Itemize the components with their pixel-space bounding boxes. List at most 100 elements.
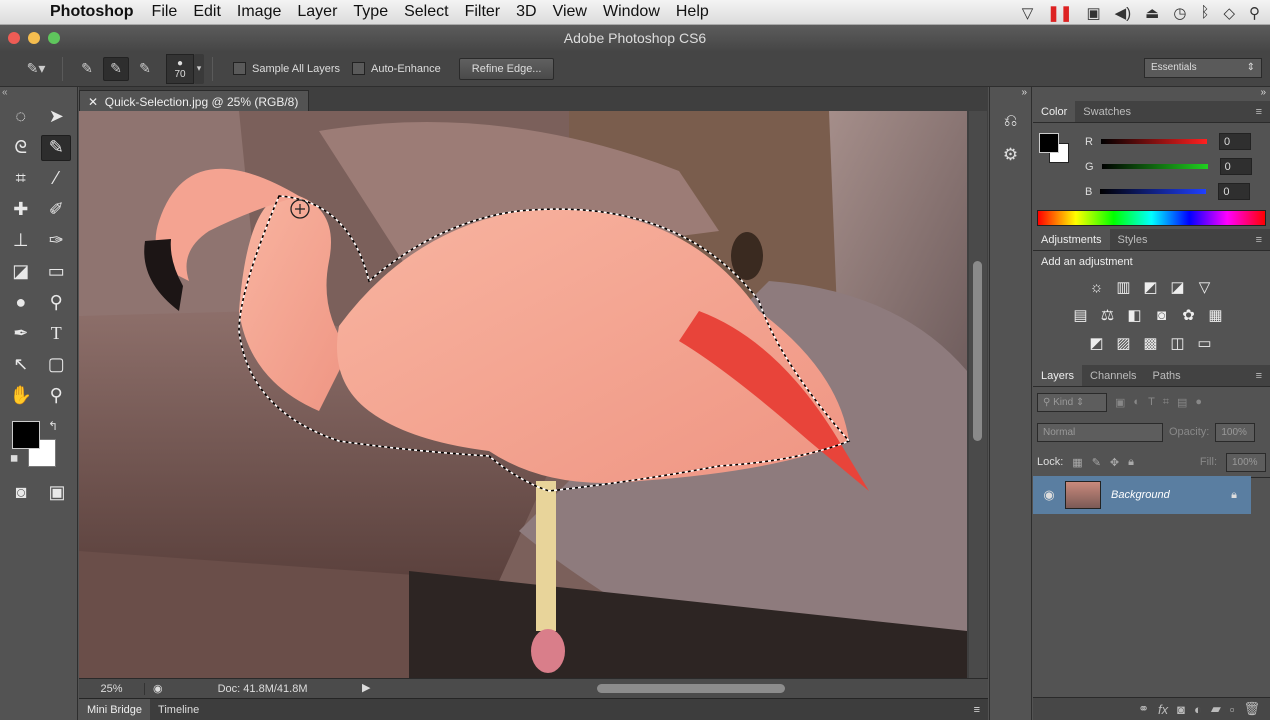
- eyedropper-tool-icon[interactable]: ⁄: [41, 166, 71, 192]
- type-tool-icon[interactable]: T: [41, 321, 71, 347]
- screen-mode-icon[interactable]: ▣: [42, 480, 72, 506]
- threshold-icon[interactable]: ▩: [1139, 334, 1162, 352]
- camera-icon[interactable]: ▣: [1086, 4, 1100, 22]
- lasso-tool-icon[interactable]: ᘓ: [6, 135, 36, 161]
- zoom-tool-icon[interactable]: ⚲: [41, 383, 71, 409]
- tab-styles[interactable]: Styles: [1110, 229, 1156, 250]
- red-value-field[interactable]: 0: [1218, 133, 1251, 150]
- menu-app-name[interactable]: Photoshop: [42, 3, 144, 21]
- lock-position-icon[interactable]: ✥: [1110, 456, 1119, 469]
- dropdown-status-icon[interactable]: ▽: [1022, 4, 1034, 22]
- collapse-dock-icon[interactable]: »: [990, 87, 1031, 101]
- color-lookup-icon[interactable]: ▦: [1204, 306, 1227, 324]
- menu-type[interactable]: Type: [345, 3, 396, 21]
- spotlight-search-icon[interactable]: ⚲: [1249, 4, 1260, 22]
- color-spectrum-ramp[interactable]: [1037, 210, 1266, 226]
- layer-name[interactable]: Background: [1111, 489, 1170, 501]
- color-panel-menu-icon[interactable]: ≡: [1248, 101, 1270, 122]
- quick-selection-tool-icon[interactable]: ✎: [41, 134, 72, 161]
- close-window-button[interactable]: [8, 32, 20, 44]
- gradient-tool-icon[interactable]: ▭: [41, 259, 71, 285]
- foreground-color-swatch[interactable]: [12, 421, 40, 449]
- add-mask-icon[interactable]: ◙: [1177, 702, 1185, 717]
- workspace-switcher[interactable]: Essentials ⇕: [1144, 58, 1262, 78]
- new-adjustment-layer-icon[interactable]: ◐: [1194, 702, 1202, 717]
- healing-brush-tool-icon[interactable]: ✚: [6, 197, 36, 223]
- vertical-scroll-thumb[interactable]: [973, 261, 982, 441]
- blur-tool-icon[interactable]: ●: [6, 290, 36, 316]
- shape-tool-icon[interactable]: ▢: [41, 352, 71, 378]
- tab-adjustments[interactable]: Adjustments: [1033, 229, 1110, 250]
- checkbox-box[interactable]: [233, 62, 246, 75]
- properties-panel-icon[interactable]: ⚙: [996, 141, 1026, 169]
- hue-saturation-icon[interactable]: ▤: [1069, 306, 1092, 324]
- brush-size-picker[interactable]: ● 70: [166, 53, 194, 84]
- quick-mask-icon[interactable]: ◙: [6, 480, 36, 506]
- subtract-from-selection-brush-icon[interactable]: ✎: [132, 57, 158, 81]
- menu-view[interactable]: View: [545, 3, 595, 21]
- layer-filter-kind[interactable]: ⚲ Kind ⇕: [1037, 392, 1107, 412]
- sample-all-layers-checkbox[interactable]: Sample All Layers: [233, 62, 340, 75]
- filter-shape-icon[interactable]: ⌗: [1163, 396, 1169, 409]
- color-balance-icon[interactable]: ⚖: [1096, 306, 1119, 324]
- wifi-icon[interactable]: ◇: [1223, 4, 1235, 22]
- horizontal-scroll-thumb[interactable]: [597, 684, 785, 693]
- channel-mixer-icon[interactable]: ✿: [1177, 306, 1200, 324]
- zoom-level[interactable]: 25%: [79, 682, 145, 695]
- red-slider[interactable]: [1100, 139, 1207, 144]
- curves-icon[interactable]: ◩: [1139, 278, 1162, 296]
- green-value-field[interactable]: 0: [1219, 158, 1252, 175]
- filter-smart-object-icon[interactable]: ▤: [1177, 396, 1187, 409]
- menu-edit[interactable]: Edit: [185, 3, 229, 21]
- menu-select[interactable]: Select: [396, 3, 456, 21]
- layers-panel-menu-icon[interactable]: ≡: [1248, 365, 1270, 386]
- lock-transparent-icon[interactable]: ▦: [1072, 456, 1082, 469]
- crop-tool-icon[interactable]: ⌗: [6, 166, 36, 192]
- brush-tool-icon[interactable]: ✐: [41, 197, 71, 223]
- posterize-icon[interactable]: ▨: [1112, 334, 1135, 352]
- collapse-panels-icon[interactable]: »: [1033, 87, 1270, 101]
- menu-image[interactable]: Image: [229, 3, 289, 21]
- checkbox-box[interactable]: [352, 62, 366, 75]
- brightness-contrast-icon[interactable]: ☼: [1085, 279, 1108, 296]
- close-document-icon[interactable]: ✕: [88, 95, 98, 109]
- vibrance-icon[interactable]: ▽: [1193, 278, 1216, 296]
- tab-timeline[interactable]: Timeline: [150, 699, 207, 720]
- lock-all-icon[interactable]: 🔒︎: [1128, 456, 1134, 469]
- volume-icon[interactable]: ◀): [1115, 4, 1132, 22]
- delete-layer-icon[interactable]: 🗑︎: [1243, 701, 1260, 717]
- tab-layers[interactable]: Layers: [1033, 365, 1083, 386]
- pause-icon[interactable]: ❚❚: [1047, 4, 1072, 22]
- menu-file[interactable]: File: [144, 3, 186, 21]
- link-layers-icon[interactable]: ⚭: [1138, 701, 1149, 717]
- menu-layer[interactable]: Layer: [289, 3, 345, 21]
- bluetooth-icon[interactable]: ᛒ: [1200, 4, 1209, 21]
- invert-icon[interactable]: ◩: [1085, 334, 1108, 352]
- adjustments-panel-menu-icon[interactable]: ≡: [1248, 229, 1270, 250]
- time-machine-icon[interactable]: ◷: [1173, 4, 1186, 22]
- blue-slider[interactable]: [1100, 189, 1207, 194]
- move-tool-icon[interactable]: ➤: [41, 104, 71, 130]
- menu-help[interactable]: Help: [668, 3, 717, 21]
- history-brush-tool-icon[interactable]: ✑: [41, 228, 71, 254]
- document-tab[interactable]: ✕ Quick-Selection.jpg @ 25% (RGB/8): [79, 90, 309, 112]
- tab-mini-bridge[interactable]: Mini Bridge: [79, 699, 151, 720]
- filter-adjustment-icon[interactable]: ◐: [1133, 396, 1140, 408]
- fill-field[interactable]: 100%: [1226, 452, 1266, 472]
- pen-tool-icon[interactable]: ✒: [6, 321, 36, 347]
- new-layer-icon[interactable]: ▫: [1230, 702, 1235, 717]
- default-colors-icon[interactable]: ◼: [10, 453, 18, 464]
- selective-color-icon[interactable]: ◫: [1166, 334, 1189, 352]
- layer-style-fx-icon[interactable]: fx: [1158, 702, 1168, 717]
- gradient-map-icon[interactable]: ▭: [1193, 334, 1216, 352]
- brush-picker-chevron-icon[interactable]: ▾: [194, 53, 204, 84]
- path-selection-tool-icon[interactable]: ↖: [6, 352, 36, 378]
- tab-channels[interactable]: Channels: [1082, 365, 1144, 386]
- filter-type-icon[interactable]: T: [1148, 396, 1155, 408]
- new-selection-brush-icon[interactable]: ✎: [74, 57, 100, 81]
- exposure-icon[interactable]: ◪: [1166, 278, 1189, 296]
- menu-3d[interactable]: 3D: [508, 3, 544, 21]
- eraser-tool-icon[interactable]: ◪: [6, 259, 36, 285]
- blend-mode-select[interactable]: Normal: [1037, 422, 1163, 442]
- tool-preset-picker-icon[interactable]: ✎▾: [18, 57, 54, 81]
